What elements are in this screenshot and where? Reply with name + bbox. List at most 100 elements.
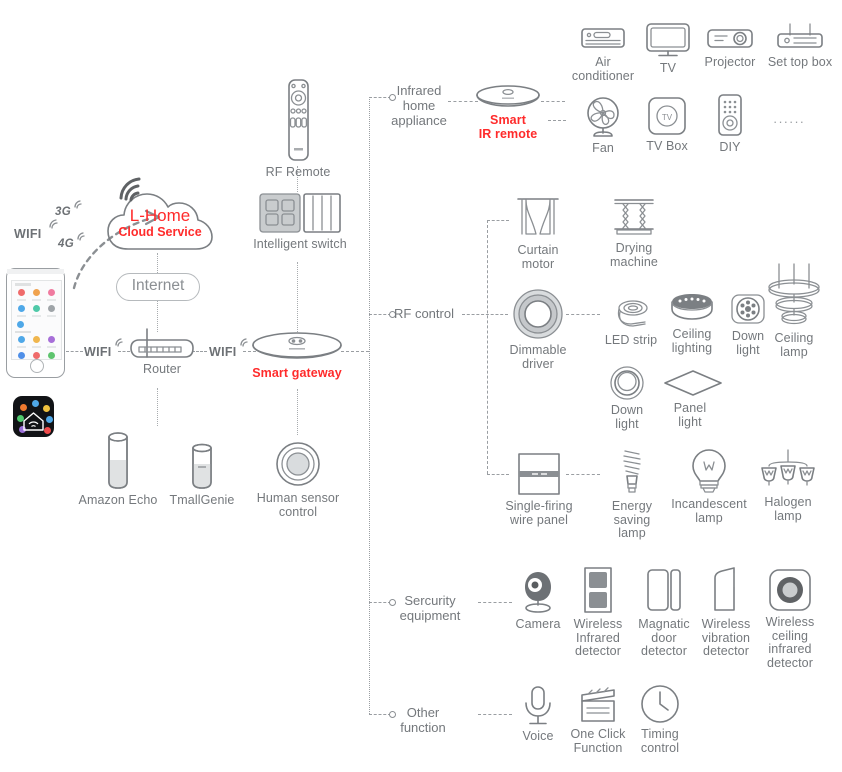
node-energy-saving-lamp[interactable]: Energy saving lamp <box>603 448 661 541</box>
set-top-box-icon <box>777 23 823 48</box>
node-magnatic-door-detector[interactable]: Magnatic door detector <box>636 566 692 659</box>
node-wireless-infrared-detector[interactable]: Wireless Infrared detector <box>570 566 626 659</box>
energy-saving-lamp-icon <box>623 450 641 493</box>
wifi-waves-icon-1 <box>49 219 58 229</box>
phone-home-button[interactable] <box>29 359 44 373</box>
tv-label: TV <box>659 61 677 75</box>
node-timing-control[interactable]: Timing control <box>634 684 686 755</box>
node-single-firing-wire-panel[interactable]: Single-firing wire panel <box>497 452 581 527</box>
node-drying-machine[interactable]: Drying machine <box>603 196 665 269</box>
ceiling-lighting-label: Ceiling lighting <box>671 327 713 355</box>
diy-label: DIY <box>719 140 741 154</box>
node-halogen-lamp[interactable]: Halogen lamp <box>757 448 819 523</box>
one-click-function-label: One Click Function <box>570 727 626 755</box>
wifi-label-cell: WIFI <box>14 227 42 241</box>
other-stub-link <box>478 714 512 715</box>
wifi-waves-icon-2 <box>74 200 82 209</box>
diy-remote-icon <box>718 94 742 136</box>
node-one-click-function[interactable]: One Click Function <box>566 684 630 755</box>
node-incandescent-lamp[interactable]: Incandescent lamp <box>663 448 755 525</box>
node-diy[interactable]: DIY <box>702 93 758 155</box>
wifi-label-left: WIFI <box>84 345 112 359</box>
l-home-app-icon[interactable] <box>13 396 54 437</box>
wireless-ceiling-infrared-detector-icon <box>769 569 811 611</box>
fan-label: Fan <box>592 141 614 155</box>
node-router[interactable]: Router <box>122 325 202 377</box>
halogen-lamp-label: Halogen lamp <box>764 495 812 523</box>
cloud-subtitle: Cloud Service <box>118 225 202 239</box>
panel-light-label: Panel light <box>673 401 707 429</box>
node-ceiling-lighting[interactable]: Ceiling lighting <box>663 292 721 355</box>
curtain-motor-label: Curtain motor <box>517 243 559 271</box>
timing-control-clock-icon <box>641 685 679 723</box>
node-down-light-2[interactable]: Down light <box>604 366 650 431</box>
camera-label: Camera <box>515 617 561 631</box>
branch-label-rf-control: RF control <box>394 306 454 321</box>
down-light-2-label: Down light <box>610 403 644 431</box>
rf-vertical-line <box>487 220 488 474</box>
g4-label: 4G <box>58 238 74 250</box>
amazon-echo-icon <box>108 432 128 489</box>
smart-ir-remote-icon <box>476 85 540 107</box>
tv-box-label: TV Box <box>646 139 688 153</box>
voice-label: Voice <box>522 729 554 743</box>
node-air-conditioner[interactable]: Air conditioner <box>566 26 640 83</box>
node-curtain-motor[interactable]: Curtain motor <box>509 196 567 271</box>
node-fan[interactable]: Fan <box>576 96 630 156</box>
node-wireless-vibration-detector[interactable]: Wireless vibration detector <box>699 566 753 659</box>
node-set-top-box[interactable]: Set top box <box>760 22 840 70</box>
projector-label: Projector <box>704 55 756 69</box>
intelligent-switch-label: Intelligent switch <box>253 237 347 251</box>
node-voice[interactable]: Voice <box>512 684 564 744</box>
diagram-canvas: WIFI 3G 4G WIFI WIFI L-Home Cloud Servic… <box>0 0 842 772</box>
single-firing-wire-panel-label: Single-firing wire panel <box>505 499 573 527</box>
rf-to-curtain-link <box>487 220 509 221</box>
node-tv[interactable]: TV <box>641 22 695 76</box>
node-down-light-1[interactable]: Down light <box>726 292 770 357</box>
phone-status-bar <box>7 269 64 274</box>
tmall-genie-label: TmallGenie <box>169 493 235 507</box>
node-intelligent-switch[interactable]: Intelligent switch <box>242 192 358 252</box>
incandescent-lamp-icon <box>692 449 726 493</box>
node-panel-light[interactable]: Panel light <box>662 368 722 429</box>
security-stub-link <box>478 602 512 603</box>
amazon-echo-label: Amazon Echo <box>78 493 158 507</box>
rf-remote-label: RF Remote <box>265 165 331 179</box>
smartphone[interactable] <box>6 268 65 378</box>
tv-icon <box>646 23 690 57</box>
ceiling-lighting-icon <box>671 294 713 320</box>
node-camera[interactable]: Camera <box>511 570 565 632</box>
ir-more-ellipsis: ······ <box>773 114 805 129</box>
node-smart-ir-remote[interactable]: Smart IR remote <box>470 84 546 141</box>
node-tv-box[interactable]: TV TV Box <box>638 96 696 154</box>
node-smart-gateway[interactable]: Smart gateway <box>249 331 345 381</box>
single-firing-wire-panel-icon <box>518 453 560 495</box>
ceiling-lamp-icon <box>768 263 820 325</box>
node-ceiling-lamp[interactable]: Ceiling lamp <box>766 262 822 359</box>
intelligent-switch-icon <box>259 193 341 233</box>
wireless-infrared-detector-icon <box>584 567 612 613</box>
node-wireless-ceiling-infrared-detector[interactable]: Wireless ceiling infrared detector <box>761 568 819 670</box>
timing-control-label: Timing control <box>640 727 680 755</box>
air-conditioner-icon <box>581 28 625 48</box>
node-human-sensor-control[interactable]: Human sensor control <box>254 440 342 519</box>
node-tmall-genie[interactable]: TmallGenie <box>166 440 238 508</box>
cloud-internet-link <box>157 253 158 275</box>
dimmable-driver-icon <box>513 289 563 339</box>
wireless-ceiling-infrared-detector-label: Wireless ceiling infrared detector <box>765 615 815 670</box>
node-led-strip[interactable]: LED strip <box>600 296 662 348</box>
branch-stub-rf <box>369 314 391 315</box>
one-click-function-icon <box>581 687 615 722</box>
phone-wifi-link <box>66 351 83 352</box>
led-strip-label: LED strip <box>604 333 658 347</box>
down-light-1-label: Down light <box>731 329 765 357</box>
energy-saving-lamp-label: Energy saving lamp <box>611 499 653 540</box>
internet-pill: Internet <box>116 273 200 301</box>
node-rf-remote[interactable]: RF Remote <box>258 78 338 180</box>
wifi-label-right: WIFI <box>209 345 237 359</box>
node-dimmable-driver[interactable]: Dimmable driver <box>505 288 571 371</box>
node-amazon-echo[interactable]: Amazon Echo <box>78 430 158 508</box>
router-icon <box>130 328 194 358</box>
node-projector[interactable]: Projector <box>698 26 762 70</box>
svg-text:TV: TV <box>662 113 673 122</box>
